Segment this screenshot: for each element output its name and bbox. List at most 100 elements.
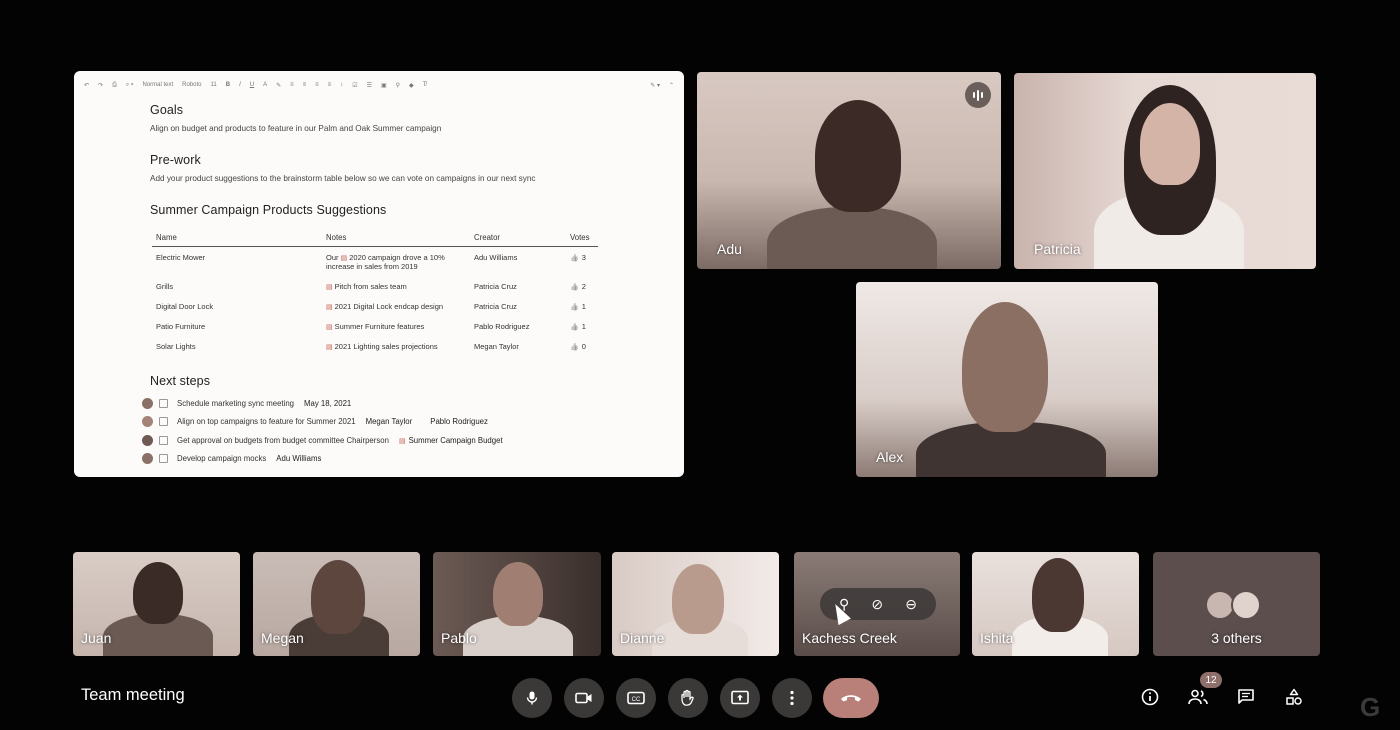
mic-button[interactable] bbox=[512, 678, 552, 718]
column-header: Creator bbox=[470, 229, 566, 247]
info-icon bbox=[1141, 688, 1159, 706]
text-color-icon[interactable]: A bbox=[263, 82, 267, 88]
people-button[interactable] bbox=[1186, 685, 1210, 709]
link-icon[interactable]: ⚲ bbox=[396, 82, 400, 89]
comment-icon[interactable]: ◆ bbox=[409, 82, 414, 89]
collapse-icon[interactable]: ⌃ bbox=[669, 82, 674, 89]
table-row: Solar Lights 2021 Lighting sales project… bbox=[152, 336, 598, 356]
suggestions-heading: Summer Campaign Products Suggestions bbox=[150, 203, 387, 217]
doc-chip[interactable]: 2021 Lighting sales projections bbox=[326, 342, 438, 351]
bullets-icon[interactable]: ☰ bbox=[367, 82, 372, 89]
doc-chip[interactable]: Pitch from sales team bbox=[326, 282, 407, 291]
participant-tile-megan[interactable]: Megan bbox=[253, 552, 420, 656]
participant-name: Dianne bbox=[620, 630, 665, 646]
row-creator[interactable]: Patricia Cruz bbox=[470, 276, 566, 296]
assignee-avatar[interactable] bbox=[142, 416, 153, 428]
participant-tile-pablo[interactable]: Pablo bbox=[433, 552, 601, 656]
step-text: Schedule marketing sync meeting bbox=[177, 398, 295, 408]
participant-tile-adu[interactable]: Adu bbox=[697, 72, 1001, 269]
remove-participant-icon[interactable]: ⊖ bbox=[905, 596, 917, 613]
bold-icon[interactable]: B bbox=[226, 82, 230, 88]
person-chip[interactable]: Megan Taylor bbox=[366, 417, 413, 426]
doc-chip[interactable]: Summer Campaign Budget bbox=[399, 436, 503, 445]
checkbox[interactable] bbox=[159, 435, 168, 445]
participant-tile-dianne[interactable]: Dianne bbox=[612, 552, 779, 656]
assignee-avatar[interactable] bbox=[142, 397, 153, 409]
date-chip[interactable]: May 18, 2021 bbox=[304, 399, 351, 408]
person-chip[interactable]: Pablo Rodriguez bbox=[430, 417, 488, 426]
camera-button[interactable] bbox=[564, 678, 604, 718]
zoom-icon[interactable]: ⌕ ▾ bbox=[126, 82, 134, 89]
meeting-details-button[interactable] bbox=[1138, 685, 1162, 709]
assignee-avatar[interactable] bbox=[142, 434, 153, 446]
doc-chip[interactable]: 2021 Digital Lock endcap design bbox=[326, 302, 443, 311]
mic-icon bbox=[526, 691, 538, 705]
font-size-select[interactable]: 11 bbox=[210, 82, 216, 88]
participant-tile-juan[interactable]: Juan bbox=[73, 552, 240, 656]
align-center-icon[interactable]: ≡ bbox=[303, 82, 307, 88]
font-select[interactable]: Roboto bbox=[182, 82, 201, 88]
row-votes[interactable]: 0 bbox=[566, 336, 598, 356]
align-right-icon[interactable]: ≡ bbox=[315, 82, 319, 88]
justify-icon[interactable]: ≡ bbox=[328, 82, 332, 88]
align-left-icon[interactable]: ≡ bbox=[290, 82, 294, 88]
row-votes[interactable]: 1 bbox=[566, 316, 598, 336]
row-votes[interactable]: 3 bbox=[566, 247, 598, 277]
table-row: Grills Pitch from sales team Patricia Cr… bbox=[152, 276, 598, 296]
row-creator[interactable]: Megan Taylor bbox=[470, 336, 566, 356]
checklist-icon[interactable]: ☑ bbox=[352, 82, 357, 89]
others-tile[interactable]: 3 others bbox=[1153, 552, 1320, 656]
present-button[interactable] bbox=[720, 678, 760, 718]
goals-text: Align on budget and products to feature … bbox=[150, 124, 442, 133]
row-creator[interactable]: Pablo Rodriguez bbox=[470, 316, 566, 336]
checklist-item: Align on top campaigns to feature for Su… bbox=[142, 413, 670, 432]
more-options-button[interactable] bbox=[772, 678, 812, 718]
highlight-icon[interactable]: ✎ bbox=[276, 82, 281, 89]
row-creator[interactable]: Patricia Cruz bbox=[470, 296, 566, 316]
prework-heading: Pre-work bbox=[150, 153, 201, 167]
redo-icon[interactable]: ↷ bbox=[98, 82, 103, 89]
video-feed bbox=[1140, 103, 1200, 185]
mute-participant-icon[interactable]: ⊘ bbox=[871, 596, 883, 613]
checkbox[interactable] bbox=[159, 417, 168, 427]
doc-chip[interactable]: 2020 campaign bbox=[341, 253, 401, 262]
italic-icon[interactable]: I bbox=[239, 82, 241, 88]
print-icon[interactable]: ⎙ bbox=[112, 82, 117, 89]
row-creator[interactable]: Adu Williams bbox=[470, 247, 566, 277]
meeting-title: Team meeting bbox=[81, 686, 185, 704]
step-text: Develop campaign mocks bbox=[177, 454, 267, 464]
leave-call-button[interactable] bbox=[823, 678, 879, 718]
assignee-avatar[interactable] bbox=[142, 453, 153, 465]
suggestions-table: Name Notes Creator Votes Electric Mower … bbox=[152, 229, 598, 356]
row-name: Patio Furniture bbox=[156, 322, 206, 331]
line-spacing-icon[interactable]: ↕ bbox=[340, 82, 343, 88]
underline-icon[interactable]: U bbox=[250, 82, 254, 88]
video-feed bbox=[962, 302, 1048, 432]
image-icon[interactable]: ▣ bbox=[381, 82, 387, 89]
participant-tile-patricia[interactable]: Patricia bbox=[1014, 73, 1316, 269]
table-row: Patio Furniture Summer Furniture feature… bbox=[152, 316, 598, 336]
row-votes[interactable]: 1 bbox=[566, 296, 598, 316]
edit-mode-icon[interactable]: ✎ ▾ bbox=[650, 82, 660, 89]
style-select[interactable]: Normal text bbox=[142, 82, 173, 88]
chat-button[interactable] bbox=[1234, 685, 1258, 709]
clear-format-icon[interactable]: T̸ bbox=[423, 82, 427, 88]
participant-tile-kachess-creek[interactable]: ⚲ ⊘ ⊖ Kachess Creek bbox=[794, 552, 960, 656]
raise-hand-button[interactable] bbox=[668, 678, 708, 718]
captions-button[interactable]: CC bbox=[616, 678, 656, 718]
checkbox[interactable] bbox=[159, 454, 168, 464]
row-votes[interactable]: 2 bbox=[566, 276, 598, 296]
checkbox[interactable] bbox=[159, 398, 168, 408]
participant-tile-ishita[interactable]: Ishita bbox=[972, 552, 1139, 656]
person-chip[interactable]: Adu Williams bbox=[276, 454, 321, 463]
video-feed bbox=[311, 560, 365, 634]
doc-chip[interactable]: Summer Furniture features bbox=[326, 322, 424, 331]
column-header: Notes bbox=[322, 229, 470, 247]
column-header: Name bbox=[152, 229, 322, 247]
hangup-icon bbox=[841, 695, 861, 702]
doc-body: Goals Align on budget and products to fe… bbox=[142, 103, 670, 468]
undo-icon[interactable]: ↶ bbox=[84, 82, 89, 89]
row-name: Digital Door Lock bbox=[156, 302, 214, 311]
activities-button[interactable] bbox=[1282, 685, 1306, 709]
participant-tile-alex[interactable]: Alex bbox=[856, 282, 1158, 477]
